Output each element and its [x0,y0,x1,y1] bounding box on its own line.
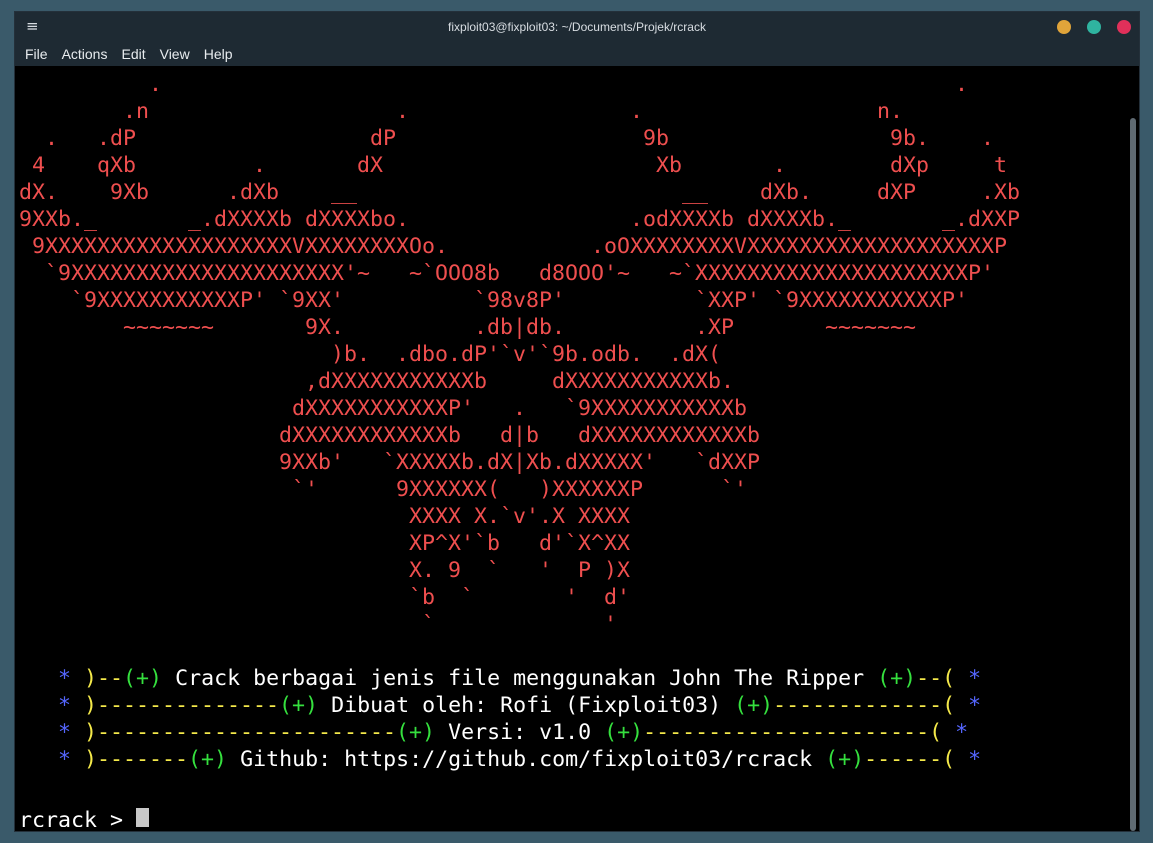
banner-plus-right: (+) [604,720,644,745]
ascii-art-line: dX. 9Xb .dXb __ __ dXb. dXP .Xb [19,180,1021,205]
banner-border-right: ----------------------( [643,720,943,745]
terminal-output[interactable]: . . .n . . n. . .dP dP 9b 9b. . 4 qXb . … [19,72,1119,827]
banner-border-left: )------- [84,747,189,772]
ascii-art-line: . . [19,72,969,97]
banner-line-version: * )-----------------------(+) Versi: v1.… [58,720,968,746]
menu-help[interactable]: Help [204,46,233,62]
banner-line-description: * )--(+) Crack berbagai jenis file mengg… [58,666,981,692]
ascii-art-line: X. 9 ` ' P )X [19,558,631,583]
banner-line-github: * )-------(+) Github: https://github.com… [58,747,981,773]
star-icon: * [58,693,72,718]
ascii-art-line: dXXXXXXXXXXXP' . `9XXXXXXXXXXXb [19,396,748,421]
menu-actions[interactable]: Actions [62,46,108,62]
command-prompt[interactable]: rcrack > [19,808,150,827]
banner-border-right: --( [916,666,956,691]
scrollbar[interactable] [1130,118,1136,831]
banner-plus-left: (+) [396,720,436,745]
ascii-art-line: ~~~~~~~ 9X. .db|db. .XP ~~~~~~~ [19,315,917,340]
banner-version-text: Versi: v1.0 [435,720,605,745]
ascii-art-line: 9XXb' `XXXXXb.dX|Xb.dXXXXX' `dXXP [19,450,761,475]
star-icon: * [968,747,982,772]
prompt-symbol: > [97,808,137,827]
menu-view[interactable]: View [160,46,190,62]
ascii-art-line: `b ` ' d' [19,585,631,610]
prompt-label: rcrack [19,808,98,827]
menu-edit[interactable]: Edit [121,46,145,62]
ascii-art-line: XP^X'`b d'`X^XX [19,531,631,556]
banner-plus-right: (+) [877,666,917,691]
ascii-art-line: ` ' [19,612,618,637]
text-cursor[interactable] [136,808,150,827]
ascii-art-line: `9XXXXXXXXXXXP' `9XX' `98v8P' `XXP' `9XX… [19,288,969,313]
star-icon: * [955,720,969,745]
ascii-art-line: 4 qXb . dX Xb . dXp t [19,153,1008,178]
ascii-art-line: `9XXXXXXXXXXXXXXXXXXXXX'~ ~`OOO8b d8OOO'… [19,261,995,286]
ascii-art-line: ,dXXXXXXXXXXXb dXXXXXXXXXXXb. [19,369,735,394]
star-icon: * [58,720,72,745]
ascii-art-line: )b. .dbo.dP'`v'`9b.odb. .dX( [19,342,722,367]
ascii-art-line: 9XXb._ _.dXXXXb dXXXXbo. .odXXXXb dXXXXb… [19,207,1021,232]
banner-border-left: )-------------- [84,693,280,718]
title-bar: ≡ fixploit03@fixploit03: ~/Documents/Pro… [15,12,1139,42]
star-icon: * [58,747,72,772]
ascii-art-line: XXXX X.`v'.X XXXX [19,504,631,529]
star-icon: * [968,693,982,718]
banner-github-text: Github: https://github.com/fixploit03/rc… [227,747,826,772]
banner-line-author: * )--------------(+) Dibuat oleh: Rofi (… [58,693,981,719]
banner-plus-left: (+) [123,666,163,691]
banner-plus-right: (+) [734,693,774,718]
menu-file[interactable]: File [25,46,48,62]
star-icon: * [968,666,982,691]
banner-plus-left: (+) [188,747,228,772]
banner-plus-right: (+) [825,747,865,772]
ascii-art-line: .n . . n. [19,99,904,124]
maximize-button[interactable] [1087,20,1101,34]
banner-author-text: Dibuat oleh: Rofi (Fixploit03) [318,693,735,718]
banner-description-text: Crack berbagai jenis file menggunakan Jo… [162,666,878,691]
close-button[interactable] [1117,20,1131,34]
banner-border-right: -------------( [773,693,956,718]
ascii-art-line: dXXXXXXXXXXXXb d|b dXXXXXXXXXXXXb [19,423,761,448]
ascii-art-line: 9XXXXXXXXXXXXXXXXXXXVXXXXXXXXOo. .oOXXXX… [19,234,1008,259]
ascii-art-line: `' 9XXXXXX( )XXXXXXP `' [19,477,748,502]
star-icon: * [58,666,72,691]
banner-border-right: ------( [864,747,956,772]
banner-plus-left: (+) [279,693,319,718]
ascii-art-line: . .dP dP 9b 9b. . [19,126,995,151]
banner-border-left: )----------------------- [84,720,397,745]
banner-border-left: )-- [84,666,124,691]
terminal-window: ≡ fixploit03@fixploit03: ~/Documents/Pro… [14,11,1140,832]
window-title: fixploit03@fixploit03: ~/Documents/Proje… [448,20,706,34]
minimize-button[interactable] [1057,20,1071,34]
menu-bar: File Actions Edit View Help [15,42,1139,66]
